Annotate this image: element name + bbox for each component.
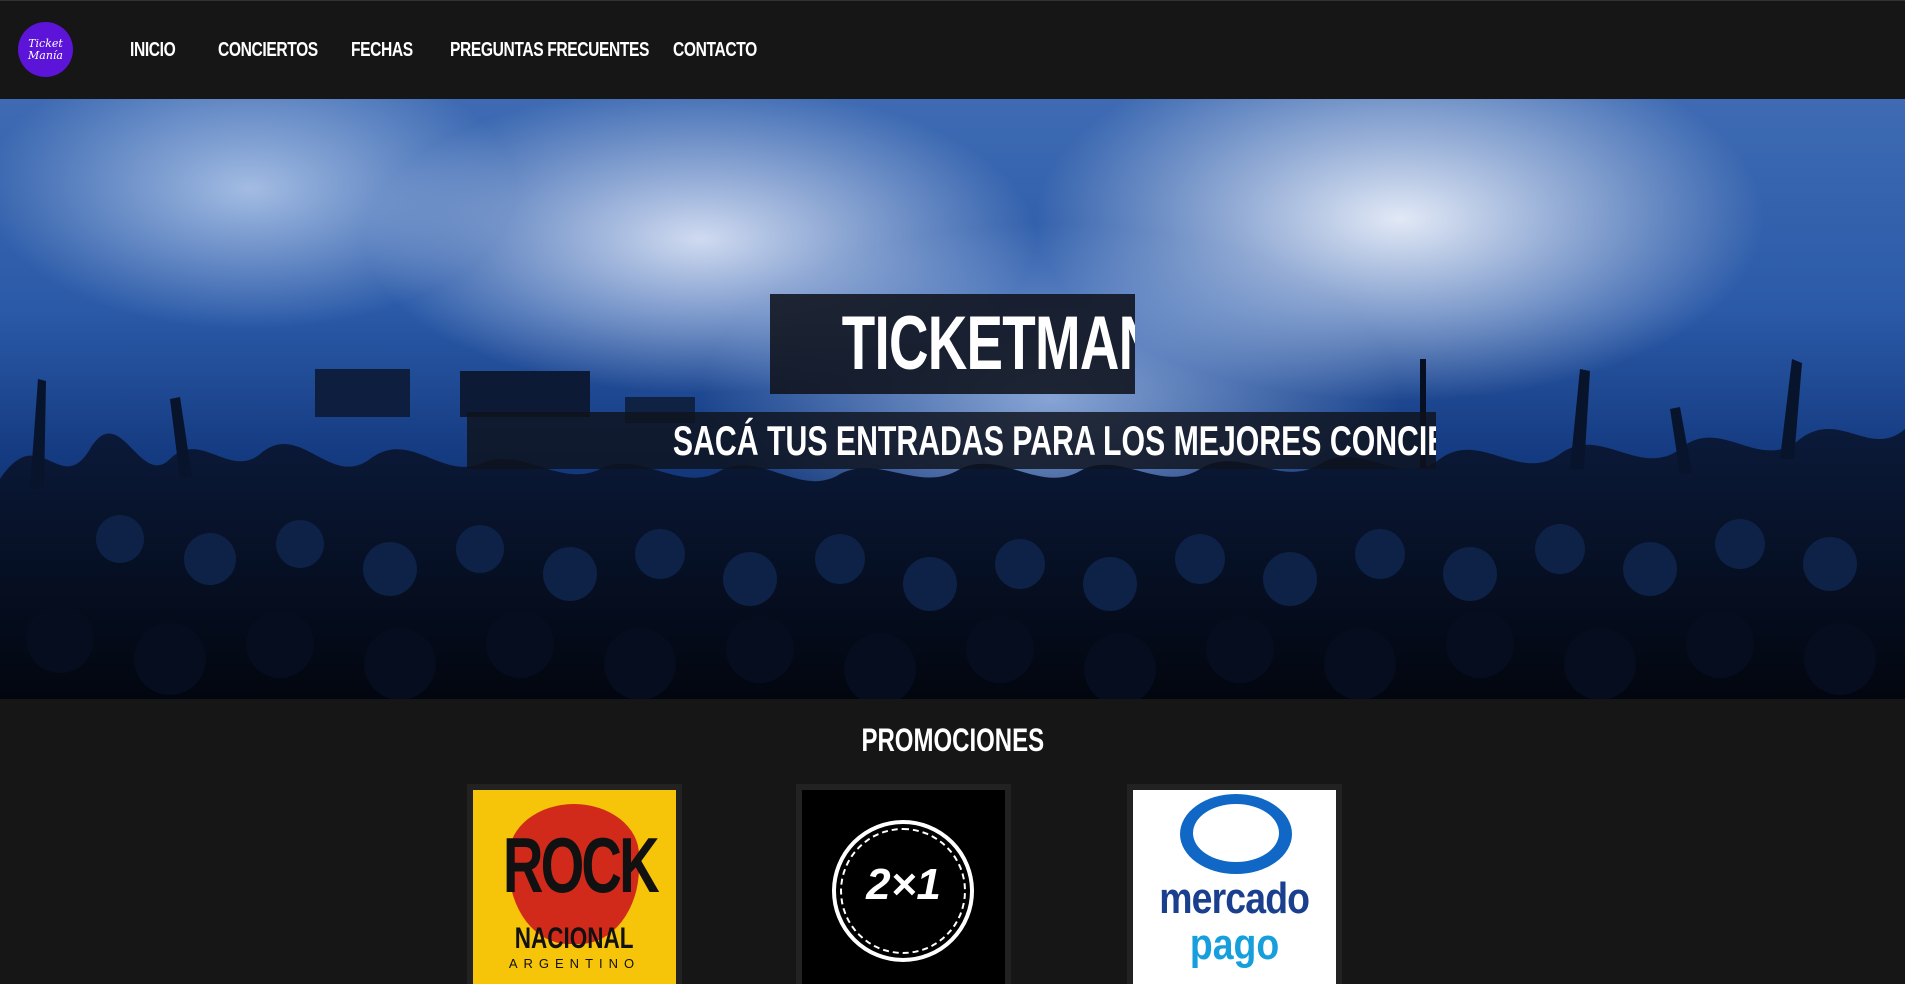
two-for-one-image: 2×1 bbox=[802, 790, 1005, 984]
nav-preguntas-frecuentes[interactable]: PREGUNTAS FRECUENTES bbox=[450, 39, 649, 62]
hero-subtitle: SACÁ TUS ENTRADAS PARA LOS MEJORES CONCI… bbox=[467, 412, 1436, 469]
mercado-word: mercado bbox=[1159, 874, 1311, 923]
hero-subtitle-text: SACÁ TUS ENTRADAS PARA LOS MEJORES CONCI… bbox=[672, 417, 1436, 464]
argentino-word: ARGENTINO bbox=[508, 956, 641, 971]
promo-card-2x1[interactable]: 2×1 bbox=[796, 784, 1011, 984]
hero-title: TICKETMANÍA bbox=[770, 294, 1135, 394]
rock-nacional-image: ROCK NACIONAL ARGENTINO bbox=[473, 790, 676, 984]
rock-word: ROCK bbox=[502, 821, 660, 909]
hero-banner: TICKETMANÍA SACÁ TUS ENTRADAS PARA LOS M… bbox=[0, 99, 1905, 699]
nav-contacto[interactable]: CONTACTO bbox=[673, 39, 757, 62]
logo-line1: Ticket bbox=[28, 36, 63, 50]
nav-conciertos[interactable]: CONCIERTOS bbox=[218, 39, 318, 62]
top-navbar: Ticket Manía INICIO CONCIERTOS FECHAS PR… bbox=[0, 0, 1905, 99]
logo-line2: Manía bbox=[28, 48, 63, 62]
ticketmania-logo[interactable]: Ticket Manía bbox=[18, 22, 73, 77]
nacional-word: NACIONAL bbox=[515, 922, 634, 955]
nav-inicio[interactable]: INICIO bbox=[130, 39, 176, 62]
pago-word: pago bbox=[1189, 920, 1280, 969]
hero-title-text: TICKETMANÍA bbox=[841, 301, 1135, 386]
handshake-inner-icon bbox=[1193, 804, 1279, 862]
promo-card-mercado-pago[interactable]: mercado pago bbox=[1127, 784, 1342, 984]
nav-fechas[interactable]: FECHAS bbox=[351, 39, 413, 62]
mercado-pago-logo: mercado pago bbox=[1133, 790, 1336, 984]
promo-card-rock-nacional[interactable]: ROCK NACIONAL ARGENTINO bbox=[467, 784, 682, 984]
promotions-heading: PROMOCIONES bbox=[861, 722, 1044, 758]
two-for-one-text: 2×1 bbox=[866, 860, 941, 909]
concert-crowd-image bbox=[0, 359, 1905, 699]
